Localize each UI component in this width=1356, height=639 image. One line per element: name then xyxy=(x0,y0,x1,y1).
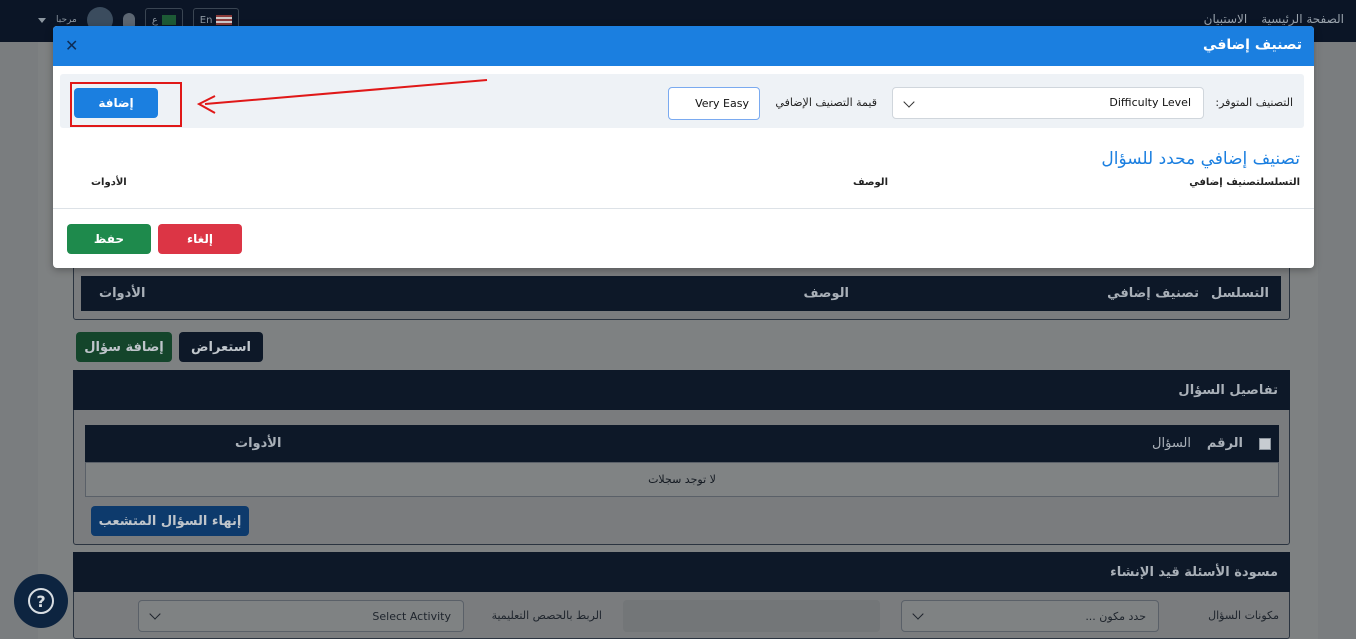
cancel-button[interactable]: إلغاء xyxy=(158,224,242,254)
extra-class-table-header: التسلسل تصنيف إضافي الوصف الأدوات xyxy=(81,276,1281,311)
extra-classification-modal: تصنيف إضافي ✕ التصنيف المتوفر: Difficult… xyxy=(53,26,1314,268)
greeting-text: مرحبا xyxy=(56,15,77,25)
component-select[interactable]: حدد مكون ... xyxy=(901,600,1159,632)
th-tools: الأدوات xyxy=(99,286,146,301)
th-serial: التسلسل xyxy=(1210,286,1269,301)
question-details-title: تفاصيل السؤال xyxy=(1178,382,1278,398)
user-menu-caret-icon[interactable] xyxy=(38,17,46,23)
disabled-field xyxy=(623,600,880,632)
us-flag-icon xyxy=(216,15,233,25)
th-description: الوصف xyxy=(852,177,888,188)
top-nav: الصفحة الرئيسية الاستبيان xyxy=(1204,12,1344,26)
no-records-row: لا توجد سجلات xyxy=(85,462,1279,497)
end-branched-question-button[interactable]: إنهاء السؤال المتشعب xyxy=(91,506,249,536)
question-details-header: تفاصيل السؤال xyxy=(73,370,1290,410)
th-tools-details: الأدوات xyxy=(235,436,282,451)
link-lessons-label: الربط بالحصص التعليمية xyxy=(491,609,602,622)
drafts-header: مسودة الأسئلة قيد الإنشاء xyxy=(73,552,1290,592)
question-components-label: مكونات السؤال xyxy=(1208,609,1279,622)
drafts-title: مسودة الأسئلة قيد الإنشاء xyxy=(1110,564,1278,580)
lang-en-label: En xyxy=(199,14,213,26)
preview-button[interactable]: استعراض xyxy=(179,332,263,362)
activity-select[interactable]: Select Activity xyxy=(138,600,464,632)
chevron-down-icon xyxy=(912,608,924,620)
th-number: الرقم xyxy=(1206,436,1243,451)
chevron-down-icon xyxy=(149,608,161,620)
th-tools: الأدوات xyxy=(91,177,127,188)
select-all-checkbox[interactable] xyxy=(1259,437,1271,450)
help-button[interactable]: ? xyxy=(14,574,68,628)
th-question: السؤال xyxy=(1152,436,1191,451)
details-table-header: الرقم السؤال الأدوات xyxy=(85,425,1279,462)
survey-nav-link[interactable]: الاستبيان xyxy=(1204,12,1248,26)
home-nav-link[interactable]: الصفحة الرئيسية xyxy=(1261,12,1344,26)
activity-select-value: Select Activity xyxy=(372,609,451,623)
section-title: تصنيف إضافي محدد للسؤال xyxy=(1101,149,1300,169)
lang-ar-label: ع xyxy=(151,14,158,26)
question-mark-icon: ? xyxy=(28,588,54,614)
saudi-flag-icon xyxy=(161,15,176,25)
th-description: الوصف xyxy=(803,286,849,301)
bell-icon[interactable] xyxy=(122,13,135,27)
add-question-button[interactable]: إضافة سؤال xyxy=(76,332,172,362)
th-serial-extra: التسلسلتصنيف إضافي xyxy=(1189,177,1300,188)
annotation-arrow-icon xyxy=(196,79,488,114)
component-select-value: حدد مكون ... xyxy=(1085,609,1146,623)
modal-divider xyxy=(53,208,1314,209)
save-button[interactable]: حفظ xyxy=(67,224,151,254)
th-extra-class: تصنيف إضافي xyxy=(1107,286,1199,301)
